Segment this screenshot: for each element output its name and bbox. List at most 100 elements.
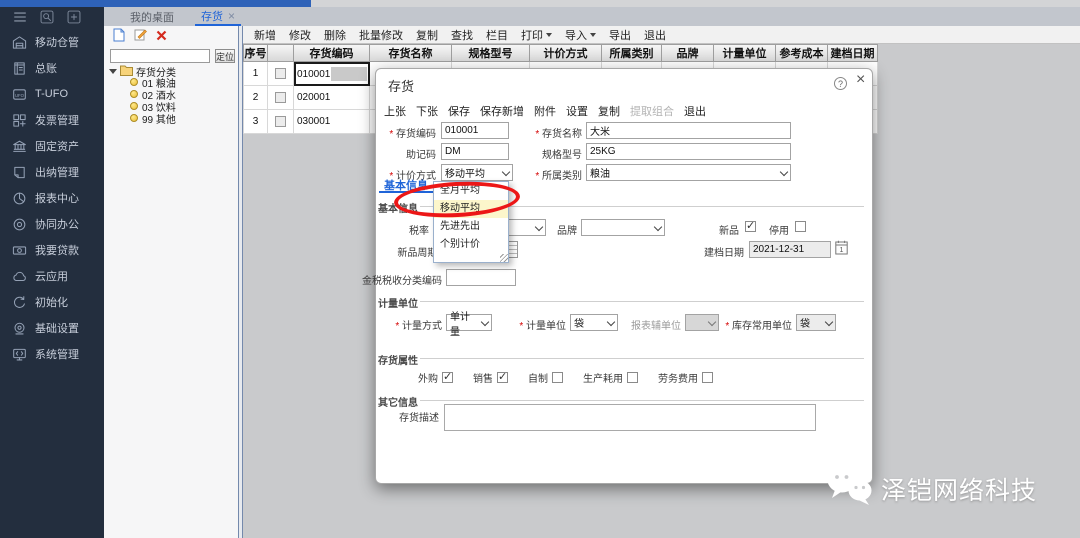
row-code-cell[interactable]: 010001 (294, 62, 370, 86)
toolbar-button[interactable]: 批量修改 (359, 27, 403, 43)
sidebar-item-label: 系统管理 (35, 346, 79, 362)
create-date-input[interactable] (749, 241, 831, 258)
sidebar-item[interactable]: 我要贷款 (0, 237, 104, 263)
column-header[interactable]: 所属类别 (602, 44, 662, 62)
dialog-toolbar-button[interactable]: 设置 (566, 103, 588, 119)
sidebar-item[interactable]: 系统管理 (0, 341, 104, 367)
attribute-checkbox[interactable] (627, 372, 638, 383)
spec-input[interactable] (586, 143, 791, 160)
close-icon[interactable]: × (856, 72, 865, 88)
top-tab[interactable]: 我的桌面 (124, 7, 185, 26)
locate-button[interactable]: 定位 (215, 49, 235, 63)
sidebar-item[interactable]: 协同办公 (0, 211, 104, 237)
toolbar-button[interactable]: 退出 (644, 27, 666, 43)
row-checkbox[interactable] (275, 92, 286, 103)
delete-category-icon[interactable] (156, 28, 167, 46)
column-header[interactable] (268, 44, 294, 62)
sidebar-item[interactable]: 基础设置 (0, 315, 104, 341)
attribute-checkbox[interactable] (552, 372, 563, 383)
stock-unit-select[interactable]: 袋 (796, 314, 836, 331)
tab-close-icon[interactable]: × (228, 10, 235, 22)
toolbar-button[interactable]: 打印 (521, 27, 552, 43)
tax-class-code-input[interactable] (446, 269, 516, 286)
dialog-toolbar-button[interactable]: 附件 (534, 103, 556, 119)
help-icon[interactable]: ? (834, 77, 847, 90)
sidebar-item[interactable]: 移动仓管 (0, 29, 104, 55)
calendar-icon[interactable]: 1 (835, 240, 848, 255)
toolbar-button[interactable]: 栏目 (486, 27, 508, 43)
dropdown-option[interactable]: 先进先出 (434, 218, 508, 236)
column-header[interactable]: 序号 (243, 44, 268, 62)
new-window-icon[interactable] (67, 10, 81, 24)
brand-select[interactable] (581, 219, 665, 236)
tree-expand-icon[interactable] (109, 69, 117, 74)
sidebar-item[interactable]: 云应用 (0, 263, 104, 289)
name-input[interactable] (586, 122, 791, 139)
dialog-toolbar-button[interactable]: 保存 (448, 103, 470, 119)
top-tab[interactable]: 存货 × (195, 7, 241, 26)
sidebar-item[interactable]: 固定资产 (0, 133, 104, 159)
row-code-cell[interactable]: 020001 (294, 86, 370, 110)
tree-search-input[interactable] (110, 49, 210, 63)
dialog-toolbar-button[interactable]: 退出 (684, 103, 706, 119)
row-checkbox[interactable] (275, 116, 286, 127)
dialog-toolbar-button[interactable]: 提取组合 (630, 103, 674, 119)
row-checkbox[interactable] (275, 68, 286, 79)
mnemonic-input[interactable] (441, 143, 509, 160)
toolbar-button[interactable]: 导出 (609, 27, 631, 43)
toolbar-button-label: 批量修改 (359, 27, 403, 43)
attribute-checkbox[interactable] (442, 372, 453, 383)
toolbar-button[interactable]: 删除 (324, 27, 346, 43)
edit-category-icon[interactable] (134, 28, 147, 46)
column-header[interactable]: 品牌 (662, 44, 714, 62)
sidebar-item[interactable]: UFO T-UFO (0, 81, 104, 107)
code-input[interactable] (441, 122, 509, 139)
toolbar-button-label: 修改 (289, 27, 311, 43)
dialog-toolbar-button[interactable]: 复制 (598, 103, 620, 119)
measure-mode-select[interactable]: 单计量 (446, 314, 492, 331)
new-flag-checkbox[interactable] (745, 221, 756, 232)
menu-icon[interactable] (13, 10, 27, 24)
description-textarea[interactable] (444, 404, 816, 431)
toolbar-button[interactable]: 修改 (289, 27, 311, 43)
brand-label: 品牌 (557, 222, 577, 237)
dropdown-option[interactable]: 个别计价 (434, 236, 508, 254)
column-header[interactable]: 建档日期 (828, 44, 878, 62)
column-header[interactable]: 计价方式 (530, 44, 602, 62)
toolbar-button[interactable]: 查找 (451, 27, 473, 43)
attribute-checkbox[interactable] (702, 372, 713, 383)
stop-flag-checkbox[interactable] (795, 221, 806, 232)
dialog-toolbar-button[interactable]: 保存新增 (480, 103, 524, 119)
dialog-toolbar-button[interactable]: 下张 (416, 103, 438, 119)
chevron-down-icon (654, 223, 662, 231)
toolbar-button[interactable]: 新增 (254, 27, 276, 43)
row-code-cell[interactable]: 030001 (294, 110, 370, 134)
toolbar-button[interactable]: 复制 (416, 27, 438, 43)
sidebar-item[interactable]: 出纳管理 (0, 159, 104, 185)
tree-node[interactable]: 99 其他 (130, 112, 176, 124)
sidebar-item[interactable]: 报表中心 (0, 185, 104, 211)
dialog-toolbar-button[interactable]: 上张 (384, 103, 406, 119)
search-panel-icon[interactable] (40, 10, 54, 24)
row-code-value: 010001 (297, 69, 330, 80)
new-category-icon[interactable] (113, 28, 125, 47)
pricing-select[interactable]: 移动平均 (441, 164, 513, 181)
category-select[interactable]: 粮油 (586, 164, 791, 181)
category-tree-panel: 定位 存货分类 01 粮油 02 酒水 03 饮料 99 其他 (104, 26, 238, 538)
column-header[interactable]: 参考成本 (776, 44, 828, 62)
unit-select[interactable]: 袋 (570, 314, 618, 331)
column-header[interactable]: 存货编码 (294, 44, 370, 62)
attribute-checkbox[interactable] (497, 372, 508, 383)
sidebar-item[interactable]: 总账 (0, 55, 104, 81)
toolbar-button[interactable]: 导入 (565, 27, 596, 43)
resize-handle-icon[interactable] (500, 254, 508, 262)
column-header[interactable]: 存货名称 (370, 44, 452, 62)
section-units-label: 计量单位 (378, 295, 418, 310)
sidebar-item[interactable]: 初始化 (0, 289, 104, 315)
section-other-line (420, 400, 864, 401)
chevron-down-icon (780, 168, 788, 176)
sidebar-item[interactable]: 发票管理 (0, 107, 104, 133)
category-dot-icon (130, 78, 138, 86)
column-header[interactable]: 规格型号 (452, 44, 530, 62)
column-header[interactable]: 计量单位 (714, 44, 776, 62)
